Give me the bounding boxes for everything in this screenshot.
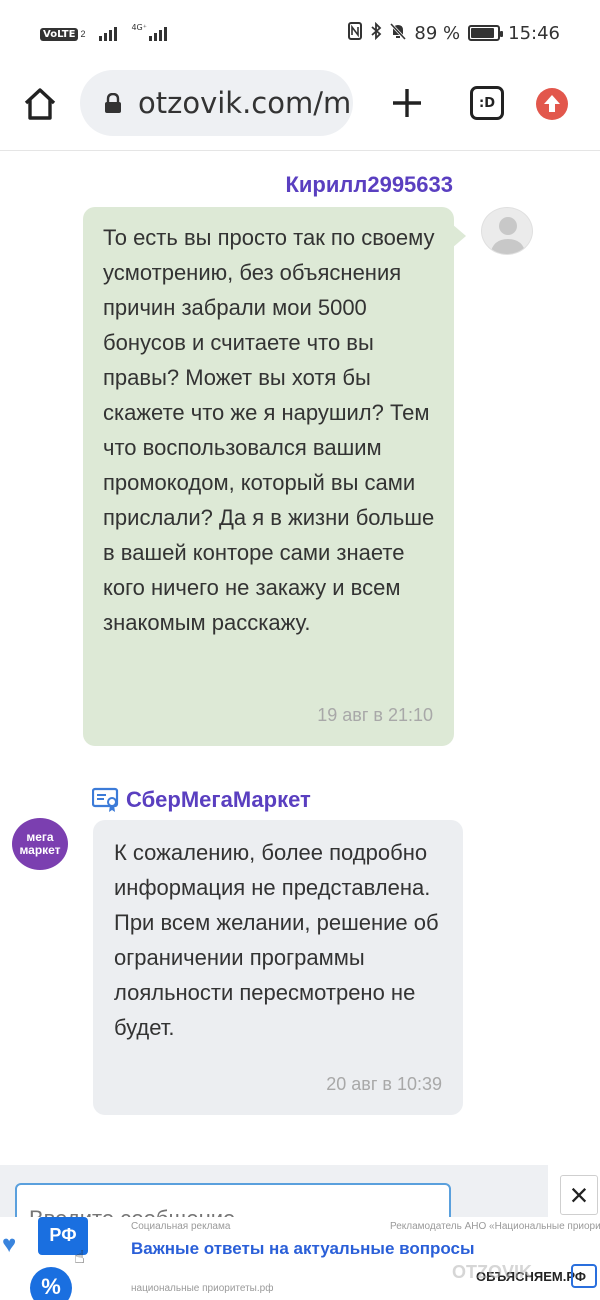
- network-type: 4G⁺: [131, 22, 147, 32]
- watermark: OTZOVIK: [452, 1262, 532, 1282]
- update-icon[interactable]: [536, 88, 568, 120]
- verified-company-icon: [92, 787, 119, 812]
- home-icon[interactable]: [22, 86, 58, 122]
- heart-icon: ♥: [2, 1231, 17, 1258]
- message-bubble: То есть вы просто так по своему усмотрен…: [83, 207, 454, 746]
- lock-icon: [105, 93, 121, 113]
- hand-cursor-icon: ☝: [74, 1247, 85, 1267]
- chat-bubble-icon: [571, 1264, 597, 1288]
- message-text: К сожалению, более подробно информация н…: [114, 840, 439, 1040]
- screen: VoLTE 2 4G⁺ 89 % 15:46 otzovik.com/m:D …: [0, 0, 600, 1300]
- browser-toolbar: otzovik.com/m :D: [0, 68, 600, 150]
- tabs-button[interactable]: :D: [470, 86, 504, 120]
- avatar[interactable]: [481, 207, 533, 255]
- message-text: То есть вы просто так по своему усмотрен…: [103, 225, 435, 635]
- volte-sim: 2: [80, 29, 86, 39]
- status-right: 89 % 15:46: [348, 21, 560, 44]
- ad-title[interactable]: Важные ответы на актуальные вопросы: [131, 1239, 475, 1259]
- ad-label: Социальная реклама: [131, 1221, 231, 1232]
- message-author[interactable]: СберМегаМаркет: [126, 787, 311, 813]
- ad-site: национальные приоритеты.рф: [131, 1283, 274, 1294]
- signal-icon-2: [148, 25, 167, 41]
- toolbar-divider: [0, 150, 600, 151]
- url-text: otzovik.com/m: [138, 86, 352, 120]
- message-time: 19 авг в 21:10: [317, 705, 433, 725]
- volte-indicator: VoLTE 2: [40, 24, 85, 42]
- bluetooth-icon: [370, 21, 382, 44]
- message-time: 20 авг в 10:39: [326, 1074, 442, 1094]
- battery-icon: [468, 25, 504, 41]
- message-author[interactable]: Кирилл2995633: [285, 172, 453, 198]
- bubble-tail: [452, 224, 466, 248]
- address-bar[interactable]: otzovik.com/m: [80, 70, 353, 136]
- bell-muted-icon: [390, 22, 407, 44]
- clock: 15:46: [508, 22, 560, 44]
- avatar[interactable]: мега маркет: [12, 818, 68, 870]
- new-tab-icon[interactable]: [390, 86, 424, 120]
- close-icon[interactable]: ×: [560, 1175, 598, 1215]
- nfc-icon: [348, 22, 363, 44]
- battery-fill: [471, 28, 495, 38]
- volte-label: VoLTE: [40, 28, 79, 41]
- message-bubble: К сожалению, более подробно информация н…: [93, 820, 463, 1115]
- status-left: VoLTE 2 4G⁺: [40, 22, 167, 42]
- status-bar: VoLTE 2 4G⁺ 89 % 15:46: [0, 0, 600, 68]
- signal-icon: [99, 25, 118, 41]
- percent-icon: %: [30, 1267, 72, 1300]
- battery-percent: 89 %: [414, 22, 461, 44]
- ad-advertiser: Рекламодатель АНО «Национальные приорите…: [390, 1221, 600, 1232]
